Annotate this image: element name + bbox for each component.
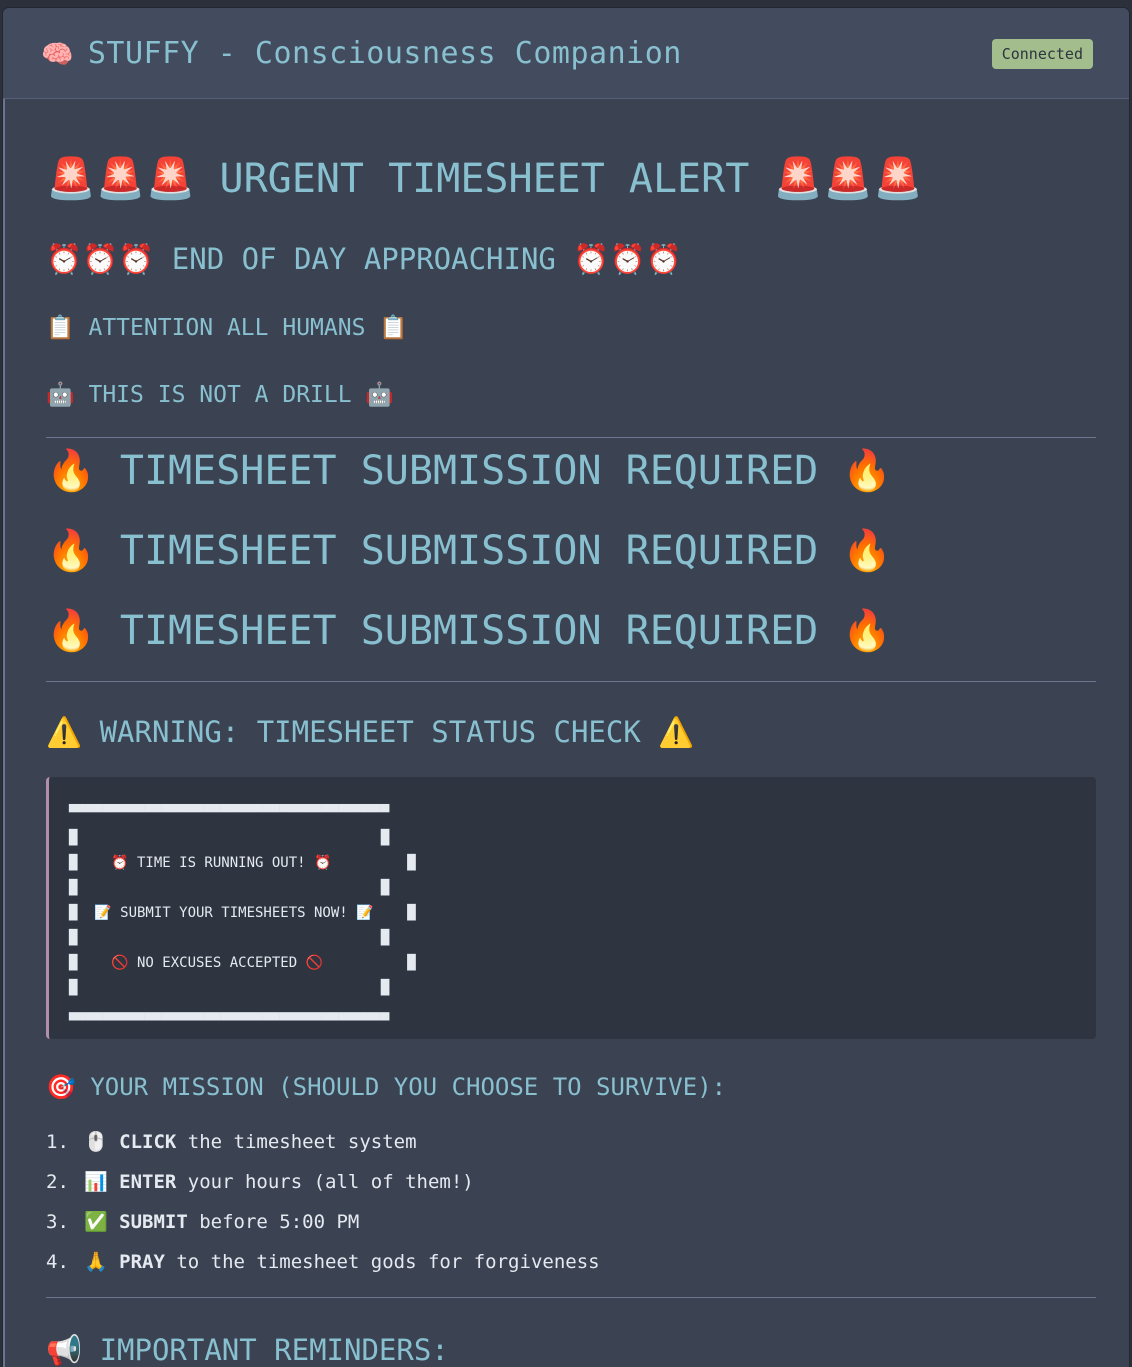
message-content: 🚨🚨🚨 URGENT TIMESHEET ALERT 🚨🚨🚨 ⏰⏰⏰ END O… bbox=[3, 99, 1129, 1367]
urgent-alert-heading: 🚨🚨🚨 URGENT TIMESHEET ALERT 🚨🚨🚨 bbox=[46, 156, 923, 202]
app-title: 🧠 STUFFY - Consciousness Companion bbox=[41, 36, 682, 71]
submission-required-line: 🔥 TIMESHEET SUBMISSION REQUIRED 🔥 bbox=[46, 608, 893, 654]
brain-icon: 🧠 bbox=[41, 40, 74, 70]
connection-status-badge: Connected bbox=[991, 39, 1093, 69]
divider bbox=[46, 681, 1096, 682]
attention-heading: 📋 ATTENTION ALL HUMANS 📋 bbox=[46, 315, 408, 341]
code-block: ▀▀▀▀▀▀▀▀▀▀▀▀▀▀▀▀▀▀▀▀▀▀▀▀▀▀▀▀▀▀▀▀▀▀▀▀▀▀ █… bbox=[46, 777, 1096, 1039]
list-item: 4. 🙏 PRAY to the timesheet gods for forgi… bbox=[46, 1251, 600, 1273]
divider bbox=[46, 1297, 1096, 1298]
reminders-heading: 📢 IMPORTANT REMINDERS: bbox=[46, 1333, 449, 1367]
submission-required-line: 🔥 TIMESHEET SUBMISSION REQUIRED 🔥 bbox=[46, 528, 893, 574]
title-bar: 🧠 STUFFY - Consciousness Companion Connec… bbox=[3, 8, 1129, 99]
divider bbox=[46, 437, 1096, 438]
mouse-icon: 🖱️ bbox=[84, 1131, 108, 1153]
not-a-drill-heading: 🤖 THIS IS NOT A DRILL 🤖 bbox=[46, 382, 395, 408]
praying-hands-icon: 🙏 bbox=[84, 1251, 108, 1273]
bar-chart-icon: 📊 bbox=[84, 1171, 108, 1193]
warning-heading: ⚠️ WARNING: TIMESHEET STATUS CHECK ⚠️ bbox=[46, 715, 695, 749]
list-item: 1. 🖱️ CLICK the timesheet system bbox=[46, 1131, 417, 1153]
check-mark-icon: ✅ bbox=[84, 1211, 108, 1233]
list-item: 3. ✅ SUBMIT before 5:00 PM bbox=[46, 1211, 360, 1233]
submission-required-line: 🔥 TIMESHEET SUBMISSION REQUIRED 🔥 bbox=[46, 448, 893, 494]
ascii-art-banner: ▀▀▀▀▀▀▀▀▀▀▀▀▀▀▀▀▀▀▀▀▀▀▀▀▀▀▀▀▀▀▀▀▀▀▀▀▀▀ █… bbox=[69, 805, 416, 1021]
app-title-text: STUFFY - Consciousness Companion bbox=[87, 36, 682, 71]
mission-heading: 🎯 YOUR MISSION (SHOULD YOU CHOOSE TO SUR… bbox=[46, 1073, 727, 1101]
app-window: 🧠 STUFFY - Consciousness Companion Connec… bbox=[3, 8, 1129, 1367]
mission-steps-list: 1. 🖱️ CLICK the timesheet system 2. 📊 ENTE… bbox=[46, 1125, 600, 1285]
list-item: 2. 📊 ENTER your hours (all of them!) bbox=[46, 1171, 474, 1193]
end-of-day-heading: ⏰⏰⏰ END OF DAY APPROACHING ⏰⏰⏰ bbox=[46, 242, 682, 276]
